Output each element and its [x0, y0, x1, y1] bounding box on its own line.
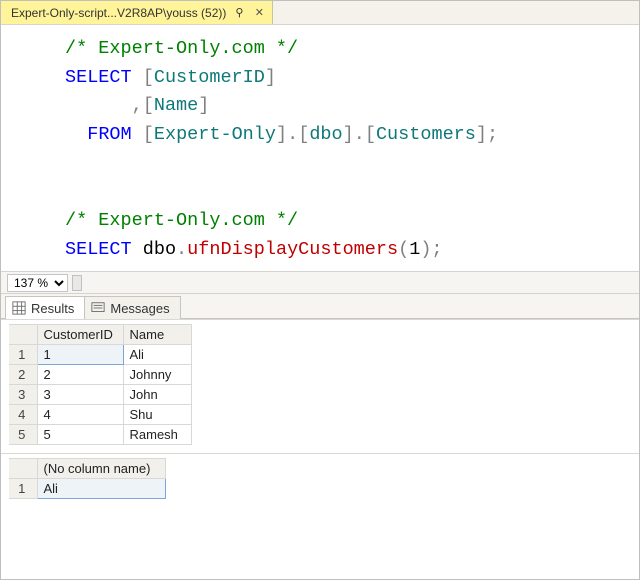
grid-corner[interactable] [9, 459, 37, 479]
tab-results-label: Results [31, 301, 74, 316]
row-number[interactable]: 1 [9, 345, 37, 365]
zoom-bar: 137 % [1, 271, 639, 294]
table-row[interactable]: 1 1 Ali [9, 345, 191, 365]
row-number[interactable]: 1 [9, 479, 37, 499]
table-row[interactable]: 5 5 Ramesh [9, 425, 191, 445]
grid-icon [12, 301, 26, 315]
table-row[interactable]: 4 4 Shu [9, 405, 191, 425]
document-tab[interactable]: Expert-Only-script...V2R8AP\youss (52)) … [1, 1, 273, 24]
zoom-select[interactable]: 137 % [7, 274, 68, 292]
row-number[interactable]: 4 [9, 405, 37, 425]
tab-label: Expert-Only-script...V2R8AP\youss (52)) [11, 6, 226, 20]
sql-comment: /* Expert-Only.com */ [65, 38, 298, 59]
cell-name[interactable]: Ali [123, 345, 191, 365]
kw-select: SELECT [65, 239, 132, 260]
results-tabstrip: Results Messages [1, 294, 639, 319]
table-row[interactable]: 2 2 Johnny [9, 365, 191, 385]
result-grid-2[interactable]: (No column name) 1 Ali [9, 458, 166, 499]
row-number[interactable]: 2 [9, 365, 37, 385]
pin-icon[interactable]: ⚲ [232, 6, 246, 20]
messages-icon [91, 301, 105, 315]
tab-messages[interactable]: Messages [84, 296, 180, 319]
grid-corner[interactable] [9, 325, 37, 345]
fn-name: ufnDisplayCustomers [187, 239, 398, 260]
cell-name[interactable]: Johnny [123, 365, 191, 385]
splitter-thumb[interactable] [72, 275, 82, 291]
cell-customerid[interactable]: 1 [37, 345, 123, 365]
cell-customerid[interactable]: 4 [37, 405, 123, 425]
close-icon[interactable]: ✕ [252, 6, 266, 20]
grid-header-row: (No column name) [9, 459, 165, 479]
results-pane: CustomerID Name 1 1 Ali 2 2 Johnny 3 3 J… [1, 319, 639, 507]
cell-customerid[interactable]: 2 [37, 365, 123, 385]
row-number[interactable]: 3 [9, 385, 37, 405]
cell-value[interactable]: Ali [37, 479, 165, 499]
row-number[interactable]: 5 [9, 425, 37, 445]
grid-header-row: CustomerID Name [9, 325, 191, 345]
cell-customerid[interactable]: 5 [37, 425, 123, 445]
table-row[interactable]: 1 Ali [9, 479, 165, 499]
col-header-customerid[interactable]: CustomerID [37, 325, 123, 345]
cell-customerid[interactable]: 3 [37, 385, 123, 405]
tab-results[interactable]: Results [5, 296, 85, 319]
result-grid-2-host: (No column name) 1 Ali [1, 453, 639, 507]
kw-from: FROM [87, 124, 131, 145]
cell-name[interactable]: Ramesh [123, 425, 191, 445]
cell-name[interactable]: Shu [123, 405, 191, 425]
table-row[interactable]: 3 3 John [9, 385, 191, 405]
cell-name[interactable]: John [123, 385, 191, 405]
col-header-nocol[interactable]: (No column name) [37, 459, 165, 479]
sql-editor[interactable]: /* Expert-Only.com */ SELECT [CustomerID… [1, 25, 639, 271]
result-grid-1-host: CustomerID Name 1 1 Ali 2 2 Johnny 3 3 J… [1, 319, 639, 453]
sql-comment: /* Expert-Only.com */ [65, 210, 298, 231]
tab-messages-label: Messages [110, 301, 169, 316]
result-grid-1[interactable]: CustomerID Name 1 1 Ali 2 2 Johnny 3 3 J… [9, 324, 192, 445]
kw-select: SELECT [65, 67, 132, 88]
document-tabbar: Expert-Only-script...V2R8AP\youss (52)) … [1, 1, 639, 25]
col-header-name[interactable]: Name [123, 325, 191, 345]
